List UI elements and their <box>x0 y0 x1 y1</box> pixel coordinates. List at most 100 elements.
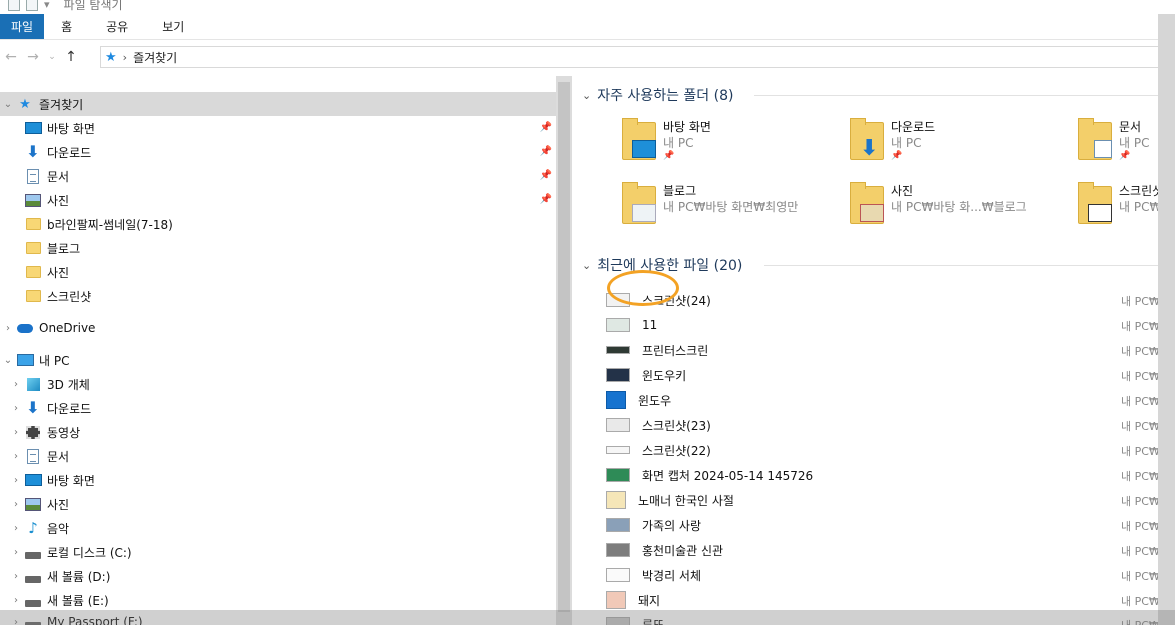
image-thumbnail-icon <box>606 418 630 432</box>
folder-tile-blog[interactable]: 블로그 내 PC₩바탕 화면₩최영만 <box>618 182 838 238</box>
nav-item-recent-folder[interactable]: b라인팔찌-썸네일(7-18) <box>0 212 556 236</box>
recent-file-row[interactable]: 11 내 PC₩바 <box>606 313 1175 337</box>
nav-label: 내 PC <box>39 353 70 368</box>
pin-icon[interactable]: 📌 <box>1119 151 1130 161</box>
nav-pc-drive-d[interactable]: › 새 볼륨 (D:) <box>0 564 556 588</box>
recent-file-row[interactable]: 스크린샷(23) 내 PC₩바 <box>606 413 1175 437</box>
nav-label: b라인팔찌-썸네일(7-18) <box>47 217 173 232</box>
image-thumbnail-icon <box>606 491 626 509</box>
chevron-right-icon[interactable]: › <box>8 451 24 462</box>
chevron-right-icon[interactable]: › <box>8 403 24 414</box>
recent-file-row[interactable]: 스크린샷(24) 내 PC₩바 <box>606 288 1175 312</box>
image-thumbnail-icon <box>606 591 626 609</box>
hard-drive-icon <box>25 599 41 607</box>
recent-file-row[interactable]: 돼지 내 PC₩바 <box>606 588 1175 612</box>
recent-file-row[interactable]: 윈도우키 내 PC₩바 <box>606 363 1175 387</box>
breadcrumb-separator-icon[interactable]: › <box>123 51 127 64</box>
nav-item-recent-folder[interactable]: 블로그 <box>0 236 556 260</box>
recent-file-row[interactable]: 홍천미술관 신관 내 PC₩바 <box>606 538 1175 562</box>
star-icon: ★ <box>105 49 117 65</box>
chevron-right-icon[interactable]: › <box>0 323 16 334</box>
recent-locations-chevron-icon[interactable]: ⌄ <box>44 52 60 62</box>
folder-tile-downloads[interactable]: ⬇ 다운로드 내 PC 📌 <box>846 118 1066 174</box>
title-bar: ▾ 파일 탐색기 <box>0 0 1175 12</box>
chevron-right-icon[interactable]: › <box>8 379 24 390</box>
recent-file-row[interactable]: 가족의 사랑 내 PC₩바 <box>606 513 1175 537</box>
chevron-down-icon[interactable]: ⌄ <box>582 89 591 102</box>
desktop-icon <box>632 140 656 158</box>
chevron-right-icon[interactable]: › <box>8 523 24 534</box>
chevron-right-icon[interactable]: › <box>8 571 24 582</box>
nav-item-downloads[interactable]: ⬇ 다운로드 📌 <box>0 140 556 164</box>
nav-item-documents[interactable]: 문서 📌 <box>0 164 556 188</box>
chevron-down-icon[interactable]: ⌄ <box>0 99 16 110</box>
nav-item-pictures[interactable]: 사진 📌 <box>0 188 556 212</box>
recent-file-row[interactable]: 윈도우 내 PC₩바 <box>606 388 1175 412</box>
nav-pc-downloads[interactable]: › ⬇ 다운로드 <box>0 396 556 420</box>
breadcrumb-quick-access[interactable]: 즐겨찾기 <box>133 49 177 66</box>
chevron-right-icon[interactable]: › <box>8 427 24 438</box>
forward-arrow-icon[interactable]: → <box>22 49 44 65</box>
nav-pane-scrollbar-thumb[interactable] <box>558 82 570 612</box>
recent-file-row[interactable]: 화면 캡처 2024-05-14 145726 내 PC₩바 <box>606 463 1175 487</box>
chevron-right-icon[interactable]: › <box>8 595 24 606</box>
back-arrow-icon[interactable]: ← <box>0 49 22 65</box>
file-name: 홍천미술관 신관 <box>642 543 724 558</box>
nav-pc-music[interactable]: › ♪ 음악 <box>0 516 556 540</box>
nav-pc-documents[interactable]: › 문서 <box>0 444 556 468</box>
pin-icon[interactable]: 📌 <box>540 146 552 157</box>
image-preview-icon <box>1088 204 1112 222</box>
nav-item-desktop[interactable]: 바탕 화면 📌 <box>0 116 556 140</box>
nav-pc-3d-objects[interactable]: › 3D 개체 <box>0 372 556 396</box>
new-folder-icon[interactable] <box>26 0 38 11</box>
customize-toolbar-icon[interactable]: ▾ <box>44 0 50 11</box>
nav-item-recent-folder[interactable]: 스크린샷 <box>0 284 556 308</box>
download-arrow-icon: ⬇ <box>860 136 879 161</box>
quick-access-toolbar: ▾ 파일 탐색기 <box>8 0 123 12</box>
nav-pc-drive-c[interactable]: › 로컬 디스크 (C:) <box>0 540 556 564</box>
recent-file-row[interactable]: 노매너 한국인 사절 내 PC₩바 <box>606 488 1175 512</box>
chevron-right-icon[interactable]: › <box>8 547 24 558</box>
tab-view[interactable]: 보기 <box>145 14 201 39</box>
recent-file-row[interactable]: 스크린샷(22) 내 PC₩바 <box>606 438 1175 462</box>
chevron-down-icon[interactable]: ⌄ <box>582 259 591 272</box>
file-name: 11 <box>642 318 658 332</box>
nav-pc-desktop[interactable]: › 바탕 화면 <box>0 468 556 492</box>
nav-item-recent-folder[interactable]: 사진 <box>0 260 556 284</box>
pin-icon[interactable]: 📌 <box>540 170 552 181</box>
address-bar[interactable]: ★ › 즐겨찾기 <box>100 46 1175 68</box>
computer-icon <box>16 354 34 366</box>
file-name: 가족의 사랑 <box>642 518 702 533</box>
content-pane: ⌄ 자주 사용하는 폴더 (8) 바탕 화면 내 PC 📌 ⬇ 다운로드 내 P… <box>574 76 1175 625</box>
file-name: 노매너 한국인 사절 <box>638 493 734 508</box>
chevron-down-icon[interactable]: ⌄ <box>0 355 16 366</box>
nav-label: 동영상 <box>47 425 81 440</box>
file-name: 돼지 <box>638 593 661 608</box>
nav-onedrive[interactable]: › OneDrive <box>0 316 556 340</box>
recent-file-row[interactable]: 박경리 서체 내 PC₩바 <box>606 563 1175 587</box>
up-arrow-icon[interactable]: ↑ <box>60 49 82 65</box>
pin-icon[interactable]: 📌 <box>540 194 552 205</box>
pin-icon[interactable]: 📌 <box>540 122 552 133</box>
pin-icon[interactable]: 📌 <box>663 151 674 161</box>
nav-this-pc[interactable]: ⌄ 내 PC <box>0 348 556 372</box>
chevron-right-icon[interactable]: › <box>8 475 24 486</box>
properties-icon[interactable] <box>8 0 20 11</box>
recent-file-row[interactable]: 프린터스크린 내 PC₩바 <box>606 338 1175 362</box>
tab-share[interactable]: 공유 <box>89 14 145 39</box>
nav-pc-drive-e[interactable]: › 새 볼륨 (E:) <box>0 588 556 612</box>
content-scrollbar-track[interactable] <box>1158 14 1175 625</box>
nav-label: 즐겨찾기 <box>39 97 84 112</box>
tab-home[interactable]: 홈 <box>44 14 89 39</box>
tile-location: 내 PC₩바탕 화...₩블로그 <box>891 200 1027 214</box>
nav-pc-pictures[interactable]: › 사진 <box>0 492 556 516</box>
folder-tile-photos[interactable]: 사진 내 PC₩바탕 화...₩블로그 <box>846 182 1066 238</box>
folder-tile-desktop[interactable]: 바탕 화면 내 PC 📌 <box>618 118 838 174</box>
nav-quick-access[interactable]: ⌄ ★ 즐겨찾기 <box>0 92 556 116</box>
frequent-folders-header[interactable]: ⌄ 자주 사용하는 폴더 (8) <box>582 83 733 107</box>
image-thumbnail-icon <box>606 346 630 354</box>
pin-icon[interactable]: 📌 <box>891 151 902 161</box>
tab-file[interactable]: 파일 <box>0 14 45 39</box>
nav-pc-videos[interactable]: › 동영상 <box>0 420 556 444</box>
chevron-right-icon[interactable]: › <box>8 499 24 510</box>
